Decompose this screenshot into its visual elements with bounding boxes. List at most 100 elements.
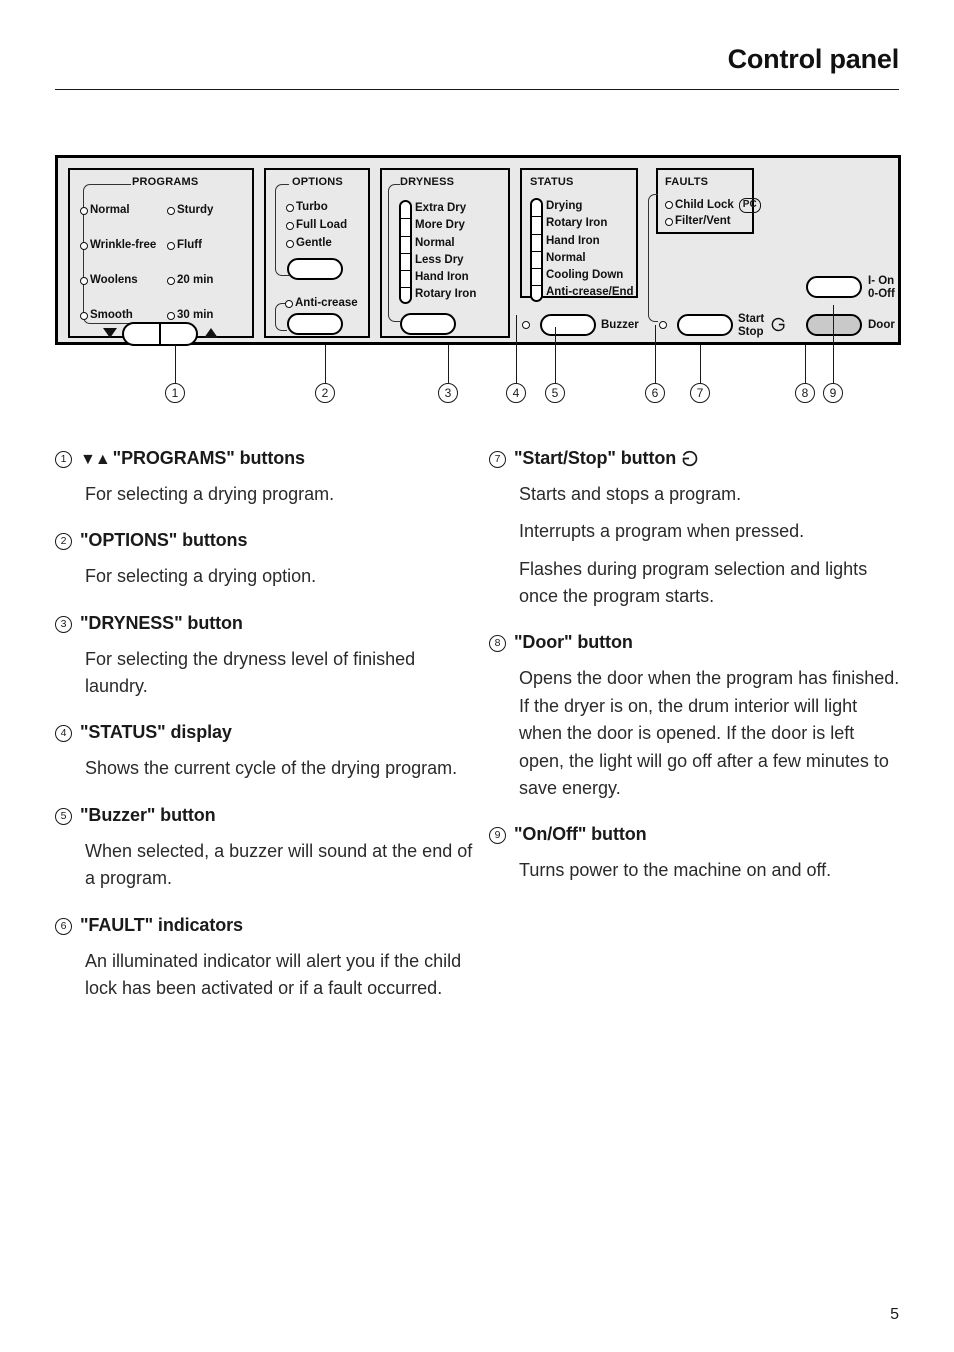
callout-number-4: 4 <box>506 383 526 403</box>
entry-programs-title: ▼▲ "PROGRAMS" buttons <box>80 448 305 469</box>
status-label-normal: Normal <box>546 251 586 264</box>
fault-child-lock: Child Lock PC <box>665 198 761 213</box>
program-woolens-led <box>80 276 88 285</box>
on-off-label: I- On 0-Off <box>868 275 895 301</box>
programs-up-arrow-icon <box>204 328 218 338</box>
entry-programs: 1 ▼▲ "PROGRAMS" buttons For selecting a d… <box>55 448 473 508</box>
entry-status: 4 "STATUS" display Shows the current cyc… <box>55 722 473 782</box>
entry-options-head: 2 "OPTIONS" buttons <box>55 530 473 552</box>
entry-door-p1: Opens the door when the program has fini… <box>519 668 900 798</box>
program-normal-led <box>80 206 88 215</box>
status-seg-drying <box>532 200 541 218</box>
callout-lead-9 <box>833 305 835 383</box>
buzzer-led <box>522 321 530 329</box>
program-normal-label: Normal <box>90 204 130 216</box>
option-anti-crease[interactable]: Anti-crease <box>285 297 358 310</box>
program-fluff[interactable]: Fluff <box>167 239 202 252</box>
dryness-label-hand-iron: Hand Iron <box>415 271 469 284</box>
start-stop-button[interactable] <box>677 314 733 336</box>
entry-start-stop-p2: Interrupts a program when pressed. <box>519 521 805 542</box>
entry-start-stop-p1: Starts and stops a program. <box>519 484 742 504</box>
option-gentle[interactable]: Gentle <box>286 237 332 250</box>
buzzer-indicator-row <box>522 321 530 329</box>
programs-arrows-icon: ▼▲ <box>80 451 111 468</box>
option-full-load[interactable]: Full Load <box>286 219 347 232</box>
entry-buzzer-title: "Buzzer" button <box>80 804 216 825</box>
entry-fault-body: An illuminated indicator will alert you … <box>85 948 473 1003</box>
program-fluff-label: Fluff <box>177 239 202 251</box>
status-labels: Drying Rotary Iron Hand Iron Normal Cool… <box>546 198 634 302</box>
faults-group-title: FAULTS <box>665 176 709 188</box>
entry-options-p1: For selecting a drying option. <box>85 566 317 587</box>
option-anti-crease-label: Anti-crease <box>295 297 358 309</box>
entry-fault-head: 6 "FAULT" indicators <box>55 915 473 937</box>
on-off-label-off: 0-Off <box>868 287 895 300</box>
status-label-rotary-iron: Rotary Iron <box>546 217 608 230</box>
entry-programs-body: For selecting a drying program. <box>85 481 473 508</box>
dryness-label-more-dry: More Dry <box>415 219 465 232</box>
on-off-button[interactable] <box>806 276 862 298</box>
dryness-button[interactable] <box>400 313 456 335</box>
status-label-cooling-down: Cooling Down <box>546 269 624 282</box>
program-wrinkle-free[interactable]: Wrinkle-free <box>80 239 156 252</box>
entry-door-title: "Door" button <box>514 632 633 653</box>
option-turbo[interactable]: Turbo <box>286 201 328 214</box>
entry-fault-title: "FAULT" indicators <box>80 914 243 935</box>
page-number: 5 <box>890 1306 899 1323</box>
dryness-group: DRYNESS Extra Dry More Dry Normal Less D… <box>380 168 510 338</box>
anti-crease-button[interactable] <box>287 313 343 335</box>
door-label: Door <box>868 319 895 331</box>
entry-start-stop-title-text: "Start/Stop" button <box>514 448 677 468</box>
entry-on-off-body: Turns power to the machine on and off. <box>519 857 901 884</box>
entry-fault-p1: An illuminated indicator will alert you … <box>85 950 462 998</box>
callout-lead-4 <box>516 315 518 383</box>
option-gentle-label: Gentle <box>296 237 332 249</box>
entry-programs-p1: For selecting a drying program. <box>85 484 335 504</box>
entry-dryness-title: "DRYNESS" button <box>80 612 243 633</box>
program-30min[interactable]: 30 min <box>167 309 213 322</box>
option-full-load-led <box>286 221 294 230</box>
program-sturdy-led <box>167 206 175 215</box>
dryness-label-extra-dry: Extra Dry <box>415 202 467 214</box>
start-stop-label-line1: Start <box>738 313 765 325</box>
program-20min[interactable]: 20 min <box>167 274 214 287</box>
start-stop-label-line2: Stop <box>738 325 764 338</box>
callout-lead-6 <box>655 325 657 383</box>
callout-lead-7 <box>700 345 702 383</box>
options-button[interactable] <box>287 258 343 280</box>
program-sturdy[interactable]: Sturdy <box>167 204 213 217</box>
buzzer-button[interactable] <box>540 314 596 336</box>
options-group-title: OPTIONS <box>292 176 343 188</box>
programs-group: PROGRAMS Normal Wrinkle-free Woolens Smo… <box>68 168 254 346</box>
programs-group-title: PROGRAMS <box>132 176 199 188</box>
entry-door-number: 8 <box>489 635 506 653</box>
fault-filter-vent-led <box>665 217 673 226</box>
program-smooth-label: Smooth <box>90 309 133 321</box>
entry-fault-number: 6 <box>55 917 72 935</box>
fault-child-lock-led <box>665 201 673 210</box>
faults-group: FAULTS Child Lock PC Filter/Vent <box>656 168 761 234</box>
fault-filter-vent-label: Filter/Vent <box>675 215 731 227</box>
entry-status-title: "STATUS" display <box>80 722 232 743</box>
dryness-group-title: DRYNESS <box>400 176 455 188</box>
entry-on-off-title: "On/Off" button <box>514 824 647 845</box>
dryness-seg-normal <box>401 236 410 254</box>
program-smooth[interactable]: Smooth <box>80 309 133 322</box>
programs-rocker-button[interactable] <box>122 322 198 346</box>
program-20min-label: 20 min <box>177 274 214 286</box>
dryness-seg-less-dry <box>401 253 410 272</box>
dryness-label-rotary-iron: Rotary Iron <box>415 288 477 301</box>
right-column: 7 "Start/Stop" button Starts and stops a… <box>489 448 901 907</box>
entry-on-off: 9 "On/Off" button Turns power to the mac… <box>489 824 901 884</box>
dryness-led-bar <box>399 200 412 304</box>
callout-lead-1 <box>175 345 177 383</box>
program-woolens[interactable]: Woolens <box>80 274 138 287</box>
status-led-bar <box>530 198 543 302</box>
entry-buzzer-body: When selected, a buzzer will sound at th… <box>85 838 473 893</box>
entry-start-stop: 7 "Start/Stop" button Starts and stops a… <box>489 448 901 610</box>
callout-lead-2 <box>325 345 327 383</box>
entry-dryness-head: 3 "DRYNESS" button <box>55 613 473 635</box>
program-normal[interactable]: Normal <box>80 204 130 217</box>
entry-buzzer-head: 5 "Buzzer" button <box>55 805 473 827</box>
entry-start-stop-p3: Flashes during program selection and lig… <box>519 558 868 607</box>
